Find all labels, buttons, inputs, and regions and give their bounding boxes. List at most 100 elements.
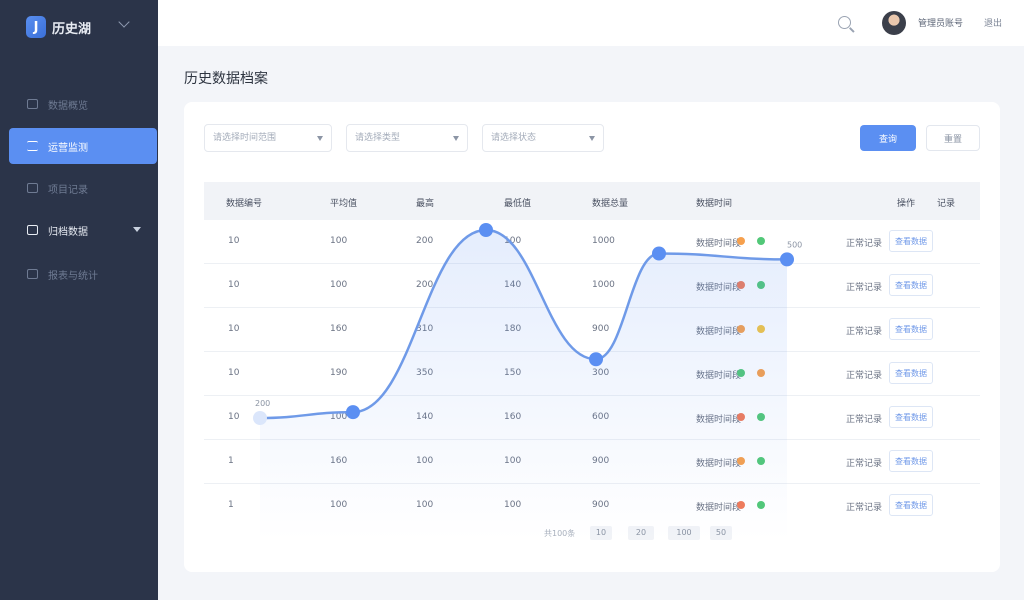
status-dot-orange — [737, 237, 745, 245]
page-button[interactable]: 50 — [710, 526, 732, 540]
column-header: 数据总量 — [592, 199, 629, 209]
cell-status: 正常记录 — [846, 327, 883, 337]
search-icon[interactable] — [838, 16, 851, 29]
status-dot-red — [737, 413, 745, 421]
caret-down-icon — [589, 136, 595, 141]
cell-min: 180 — [504, 324, 522, 334]
logo-icon: J — [26, 16, 46, 38]
status-dot-red — [737, 501, 745, 509]
status-dot-green — [737, 369, 745, 377]
view-button[interactable]: 查看数据 — [889, 230, 933, 252]
cell-avg: 100 — [330, 280, 348, 290]
cell-time: 数据时间段 — [696, 283, 742, 293]
printer-icon — [27, 225, 38, 235]
sidebar-item-archive[interactable]: 归档数据 — [9, 212, 157, 248]
sidebar-item-records[interactable]: 项目记录 — [9, 170, 157, 206]
cell-total: 1000 — [592, 280, 615, 290]
cell-time: 数据时间段 — [696, 415, 742, 425]
cell-avg: 160 — [330, 324, 348, 334]
status-dot-yellow — [757, 325, 765, 333]
view-button[interactable]: 查看数据 — [889, 406, 933, 428]
list-icon — [27, 141, 38, 151]
status-select[interactable]: 请选择状态 — [482, 124, 604, 152]
sidebar-item-reports[interactable]: 报表与统计 — [9, 256, 157, 292]
cell-max: 140 — [416, 412, 434, 422]
table-header: 数据编号 平均值 最高 最低值 数据总量 数据时间 操作 记录 — [204, 182, 980, 220]
cell-max: 200 — [416, 236, 434, 246]
cell-status: 正常记录 — [846, 283, 883, 293]
table-row: 10 190 350 150 300 数据时间段 正常记录 查看数据 — [204, 352, 980, 396]
sidebar-item-overview[interactable]: 数据概览 — [9, 86, 157, 122]
table-row: 10 160 310 180 900 数据时间段 正常记录 查看数据 — [204, 308, 980, 352]
cell-max: 200 — [416, 280, 434, 290]
user-name[interactable]: 管理员账号 — [918, 16, 963, 29]
table-row: 10 100 200 100 1000 数据时间段 正常记录 查看数据 — [204, 220, 980, 264]
cell-min: 100 — [504, 500, 522, 510]
page-button[interactable]: 20 — [628, 526, 654, 540]
page-button[interactable]: 100 — [668, 526, 700, 540]
view-button[interactable]: 查看数据 — [889, 318, 933, 340]
column-header: 记录 — [937, 199, 956, 209]
cell-avg: 100 — [330, 236, 348, 246]
cell-status: 正常记录 — [846, 371, 883, 381]
cell-avg: 190 — [330, 368, 348, 378]
cell-max: 100 — [416, 456, 434, 466]
status-dot-green — [757, 281, 765, 289]
status-dot-green — [757, 413, 765, 421]
caret-down-icon — [453, 136, 459, 141]
cell-total: 900 — [592, 456, 610, 466]
sidebar-item-label: 项目记录 — [48, 184, 88, 196]
column-header: 最低值 — [504, 199, 532, 209]
select-placeholder: 请选择类型 — [355, 133, 401, 143]
status-dot-green — [757, 501, 765, 509]
cell-id: 10 — [228, 236, 240, 246]
sidebar-item-monitoring[interactable]: 运营监测 — [9, 128, 157, 164]
status-dot-orange — [757, 369, 765, 377]
cell-id: 1 — [228, 500, 234, 510]
cell-time: 数据时间段 — [696, 459, 742, 469]
status-dot-orange — [737, 457, 745, 465]
table-row: 1 100 100 100 900 数据时间段 正常记录 查看数据 — [204, 484, 980, 528]
cell-min: 100 — [504, 456, 522, 466]
cell-time: 数据时间段 — [696, 327, 742, 337]
cell-id: 1 — [228, 456, 234, 466]
status-dot-orange — [737, 325, 745, 333]
reset-button[interactable]: 重置 — [926, 125, 980, 151]
avatar[interactable] — [882, 11, 906, 35]
status-dot-green — [757, 457, 765, 465]
cell-id: 10 — [228, 280, 240, 290]
cell-time: 数据时间段 — [696, 239, 742, 249]
page-title: 历史数据档案 — [184, 71, 268, 87]
sidebar-item-label: 归档数据 — [48, 226, 88, 238]
cell-min: 140 — [504, 280, 522, 290]
cell-status: 正常记录 — [846, 415, 883, 425]
chevron-down-icon[interactable] — [118, 16, 130, 28]
cell-max: 350 — [416, 368, 434, 378]
page-button[interactable]: 10 — [590, 526, 612, 540]
view-button[interactable]: 查看数据 — [889, 362, 933, 384]
cell-total: 900 — [592, 324, 610, 334]
table-row: 10 100 200 140 1000 数据时间段 正常记录 查看数据 — [204, 264, 980, 308]
view-button[interactable]: 查看数据 — [889, 494, 933, 516]
monitor-icon — [27, 183, 38, 193]
status-dot-red — [737, 281, 745, 289]
sidebar-item-label: 运营监测 — [48, 142, 88, 154]
cell-max: 310 — [416, 324, 434, 334]
app-name: 历史湖 — [52, 21, 92, 37]
logout-link[interactable]: 退出 — [984, 16, 1002, 29]
column-header: 操作 — [897, 199, 916, 209]
view-button[interactable]: 查看数据 — [889, 274, 933, 296]
cell-id: 10 — [228, 324, 240, 334]
time-range-select[interactable]: 请选择时间范围 — [204, 124, 332, 152]
brand[interactable]: J 历史湖 — [26, 14, 91, 40]
topbar: 管理员账号 退出 — [158, 0, 1024, 46]
cell-min: 100 — [504, 236, 522, 246]
cell-avg: 100 — [330, 412, 348, 422]
column-header: 平均值 — [330, 199, 358, 209]
cell-min: 150 — [504, 368, 522, 378]
type-select[interactable]: 请选择类型 — [346, 124, 468, 152]
view-button[interactable]: 查看数据 — [889, 450, 933, 472]
caret-down-icon — [133, 227, 141, 232]
cell-total: 600 — [592, 412, 610, 422]
query-button[interactable]: 查询 — [860, 125, 916, 151]
